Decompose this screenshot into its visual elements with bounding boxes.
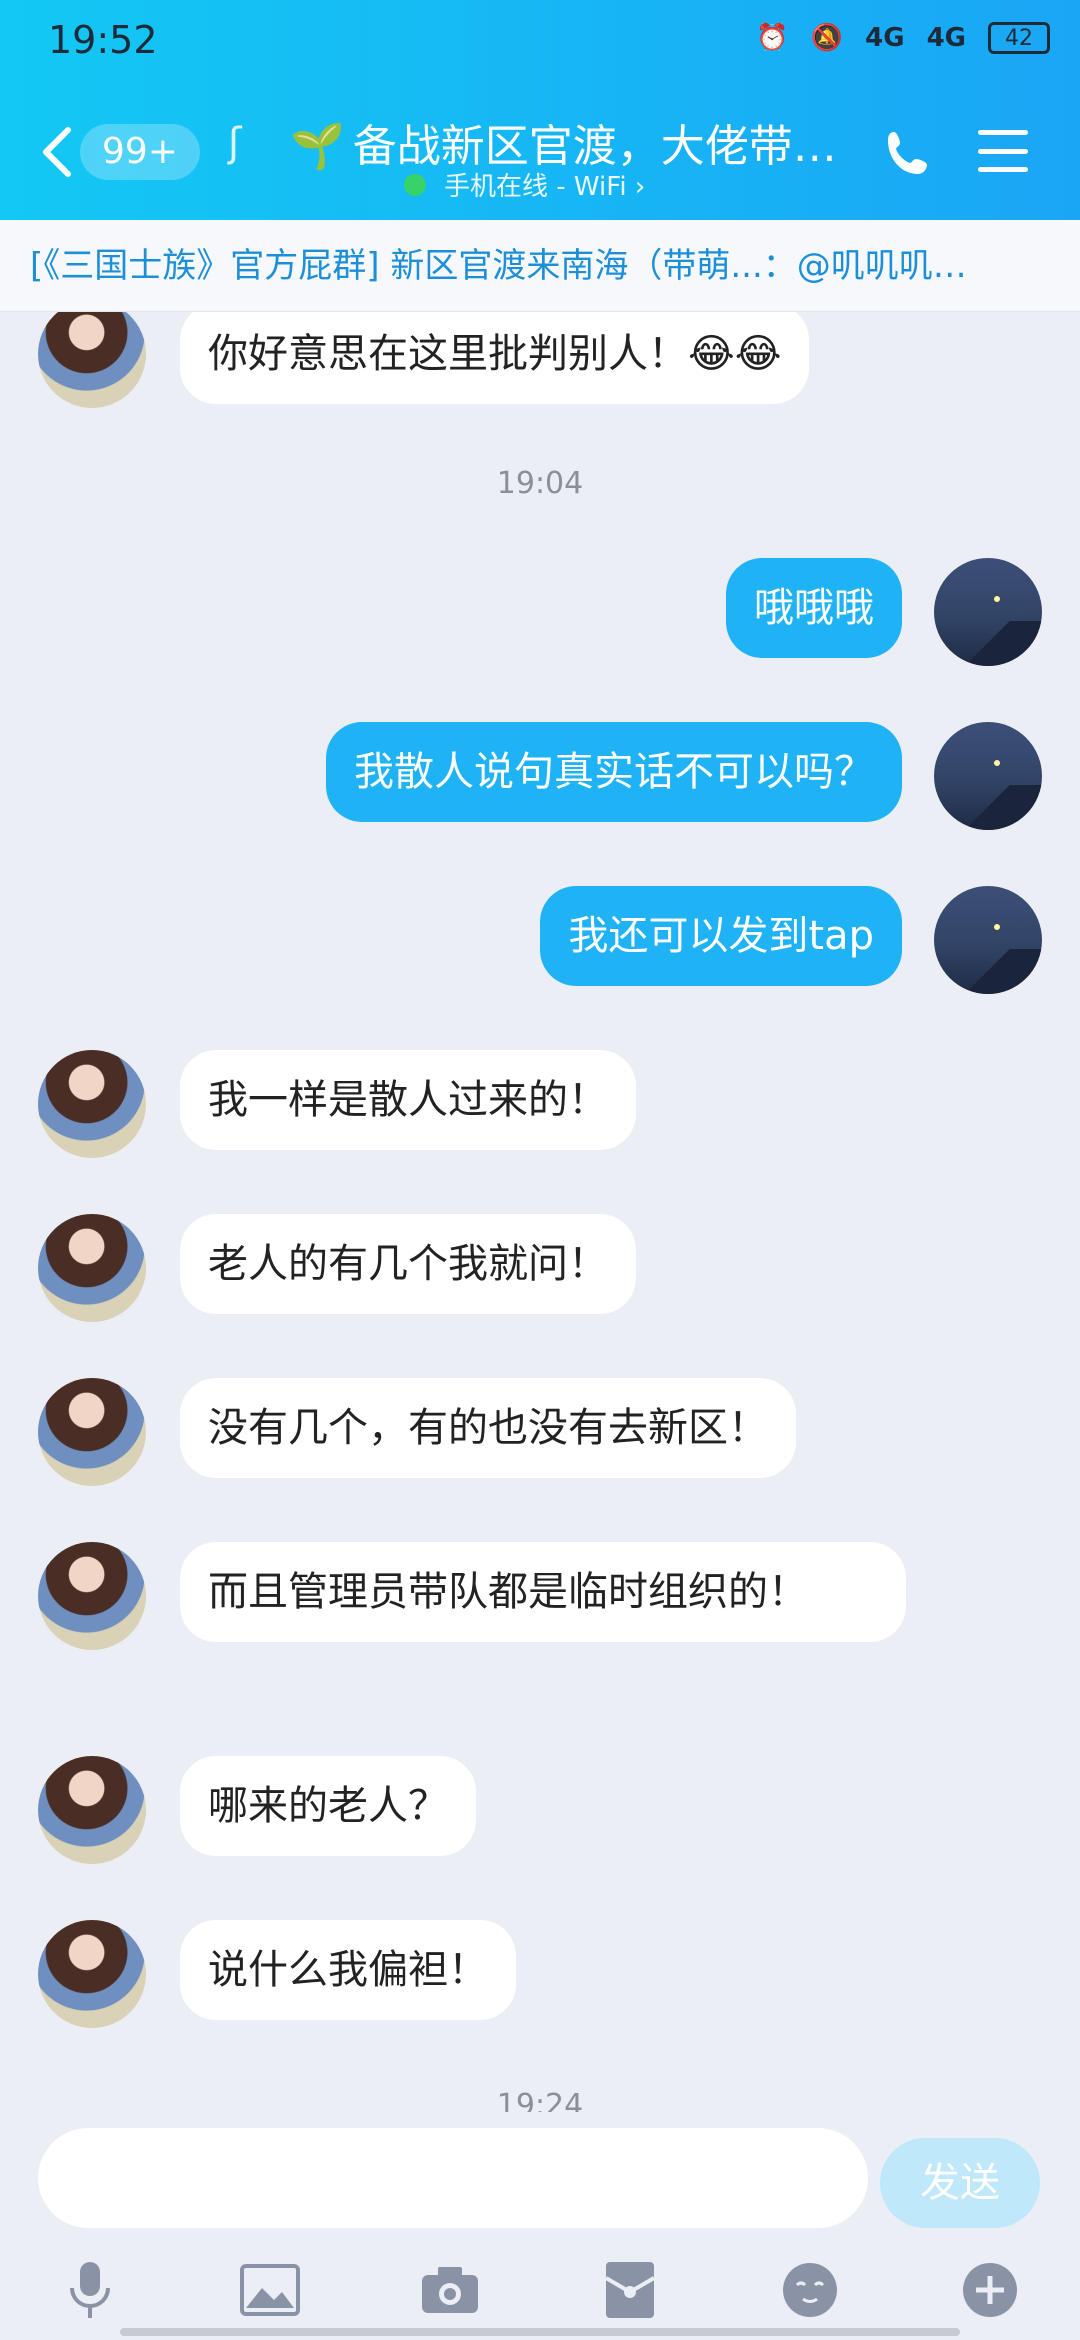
incoming-message[interactable]: 说什么我偏袒！ [180,1920,516,2020]
avatar[interactable] [38,1920,146,2028]
image-icon[interactable] [240,2260,300,2320]
phone-call-icon[interactable] [880,126,936,182]
chat-title[interactable]: 🌱 备战新区官渡，大佬带… [290,110,850,174]
back-arrow-icon[interactable] [38,124,78,180]
menu-icon[interactable] [978,130,1028,172]
outgoing-message[interactable]: 我还可以发到tap [540,886,902,986]
alarm-icon: ⏰ [756,23,789,53]
message-input[interactable] [38,2128,868,2228]
group-notice-bar[interactable]: [《三国士族》官方屁群] 新区官渡来南海（带萌...：@叽叽叽… [0,220,1080,312]
incoming-message[interactable]: 老人的有几个我就问！ [180,1214,636,1314]
outgoing-message[interactable]: 哦哦哦 [726,558,902,658]
incoming-message[interactable]: 而且管理员带队都是临时组织的！ [180,1542,906,1642]
online-status-text: 手机在线 - WiFi › [444,172,646,202]
status-bar: 19:52 ⏰ 🔕 4G 4G 42 [0,0,1080,84]
network-4g-indicator-2: 4G [926,23,966,53]
online-status[interactable]: 手机在线 - WiFi › [404,166,645,203]
online-dot-icon [404,173,426,196]
time-separator: 19:24 [496,2088,584,2112]
chat-title-text: 备战新区官渡，大佬带… [352,121,837,172]
avatar[interactable] [38,1542,146,1650]
chat-header: 99+ ʃ 🌱 备战新区官渡，大佬带… 手机在线 - WiFi › [0,84,1080,220]
battery-icon: 42 [988,22,1050,54]
avatar[interactable] [38,1756,146,1864]
listen-mode-icon[interactable]: ʃ [228,120,241,166]
avatar[interactable] [934,558,1042,666]
status-time: 19:52 [48,18,158,62]
incoming-message[interactable]: 我一样是散人过来的！ [180,1050,636,1150]
incoming-message[interactable]: 没有几个，有的也没有去新区！ [180,1378,796,1478]
time-separator: 19:04 [496,466,584,501]
avatar[interactable] [38,1378,146,1486]
emoji-icon[interactable] [780,2260,840,2320]
network-4g-indicator: 4G [865,23,905,53]
status-icons: ⏰ 🔕 4G 4G 42 [756,22,1050,54]
plus-icon[interactable] [960,2260,1020,2320]
avatar[interactable] [38,312,146,408]
outgoing-message[interactable]: 我散人说句真实话不可以吗？ [326,722,902,822]
sprout-icon: 🌱 [290,121,345,172]
home-indicator [120,2328,960,2336]
unread-count-badge[interactable]: 99+ [80,124,200,180]
mute-icon: 🔕 [810,23,844,53]
red-packet-icon[interactable] [600,2260,660,2320]
avatar[interactable] [934,722,1042,830]
input-toolbar [0,2240,1080,2340]
send-button[interactable]: 发送 [880,2138,1040,2228]
avatar[interactable] [38,1050,146,1158]
input-row: 发送 [0,2128,1080,2238]
avatar[interactable] [38,1214,146,1322]
incoming-message[interactable]: 哪来的老人？ [180,1756,476,1856]
mic-icon[interactable] [60,2260,120,2320]
incoming-message[interactable]: 你好意思在这里批判别人！😂😂 [180,312,810,404]
avatar[interactable] [934,886,1042,994]
chat-messages[interactable]: 你好意思在这里批判别人！😂😂 19:04 哦哦哦 我散人说句真实话不可以吗？ 我… [0,312,1080,2112]
camera-icon[interactable] [420,2260,480,2320]
